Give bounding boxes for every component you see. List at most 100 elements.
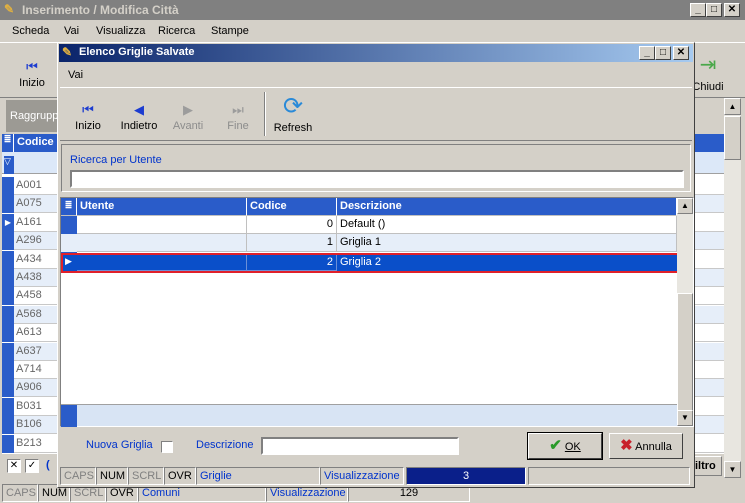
dialog-last-label: Fine bbox=[227, 120, 249, 132]
code-cell: A613 bbox=[16, 326, 42, 339]
dialog-refresh-label: Refresh bbox=[273, 122, 313, 134]
dialog-next-button[interactable]: ▶ Avanti bbox=[168, 100, 208, 132]
row-indicator bbox=[2, 269, 14, 287]
dialog-maximize-button[interactable]: □ bbox=[655, 46, 671, 60]
grid-header-icon[interactable]: ≣ bbox=[61, 198, 77, 216]
menu-stampe[interactable]: Stampe bbox=[211, 25, 249, 37]
main-grid-header-codice[interactable]: Codice bbox=[14, 134, 60, 152]
check-icon: ✔ bbox=[549, 437, 562, 454]
dialog-status-table: Griglie bbox=[196, 467, 320, 485]
group-label: Raggrupp bbox=[10, 110, 59, 122]
ok-label: OK bbox=[564, 441, 581, 453]
code-cell: A075 bbox=[16, 197, 42, 210]
row-indicator bbox=[2, 324, 14, 343]
last-icon: ⏭ bbox=[232, 102, 244, 117]
toolbar-separator bbox=[264, 92, 266, 136]
row-indicator: ▶ bbox=[2, 213, 14, 232]
search-user-input[interactable] bbox=[70, 170, 684, 188]
grids-dialog: ✎ Elenco Griglie Salvate _ □ ✕ Vai ⏮ Ini… bbox=[57, 42, 695, 488]
grid-scrollbar[interactable]: ▲ ▼ bbox=[677, 198, 693, 426]
table-row-selected[interactable]: ▶ 2 Griglia 2 bbox=[61, 253, 679, 273]
back-icon: ◀ bbox=[134, 102, 144, 117]
row-indicator bbox=[2, 287, 14, 306]
dialog-last-button[interactable]: ⏭ Fine bbox=[218, 100, 258, 132]
dialog-refresh-button[interactable]: ⟳ Refresh bbox=[270, 92, 316, 134]
dialog-status-empty bbox=[528, 467, 690, 485]
row-codice-cell: 0 bbox=[247, 216, 337, 234]
saved-grids-table: ≣ Utente Codice Descrizione 0 Default ()… bbox=[60, 197, 694, 427]
filter-icon: ▽ bbox=[4, 156, 14, 174]
dialog-status-mode: Visualizzazione bbox=[320, 467, 404, 485]
dialog-first-button[interactable]: ⏮ Inizio bbox=[70, 100, 106, 132]
row-indicator bbox=[2, 250, 14, 269]
table-row[interactable]: 1 Griglia 1 bbox=[61, 234, 677, 252]
grid-scroll-up-button[interactable]: ▲ bbox=[677, 198, 693, 214]
row-codice-cell: 2 bbox=[247, 255, 337, 271]
description-label: Descrizione bbox=[196, 439, 254, 451]
filter-button[interactable]: iltro bbox=[692, 456, 722, 476]
main-menu-bar: Scheda Vai Visualizza Ricerca Stampe bbox=[0, 24, 745, 40]
code-cell: A161 bbox=[16, 215, 42, 228]
dialog-menu-bar: Vai bbox=[68, 69, 83, 81]
code-cell: A568 bbox=[16, 307, 42, 320]
minimize-button[interactable]: _ bbox=[690, 3, 706, 17]
confirm-check-icon[interactable]: ✓ bbox=[25, 459, 39, 473]
grid-scroll-thumb[interactable] bbox=[677, 293, 693, 411]
code-cell: A438 bbox=[16, 271, 42, 283]
main-first-button[interactable]: ⏮ Inizio bbox=[14, 57, 50, 89]
row-indicator bbox=[2, 342, 14, 361]
menu-ricerca[interactable]: Ricerca bbox=[158, 25, 195, 37]
dialog-status-ovr: OVR bbox=[164, 467, 196, 485]
row-indicator bbox=[2, 379, 14, 398]
dialog-first-label: Inizio bbox=[75, 120, 101, 132]
cross-icon: ✖ bbox=[620, 437, 633, 454]
row-utente-cell bbox=[77, 255, 247, 271]
row-pointer-icon: ▶ bbox=[65, 256, 72, 266]
description-input[interactable] bbox=[261, 437, 459, 455]
main-grid-header-icon[interactable]: ≣ bbox=[2, 134, 14, 152]
dialog-menu-vai[interactable]: Vai bbox=[68, 69, 83, 81]
grid-header-utente[interactable]: Utente bbox=[77, 198, 247, 216]
close-button[interactable]: ✕ bbox=[724, 3, 740, 17]
main-close-label: Chiudi bbox=[692, 81, 724, 93]
app-icon: ✎ bbox=[4, 2, 15, 16]
row-descrizione-cell: Griglia 2 bbox=[340, 256, 381, 268]
table-row[interactable]: 0 Default () bbox=[61, 216, 677, 234]
menu-visualizza[interactable]: Visualizza bbox=[96, 25, 145, 37]
dialog-back-button[interactable]: ◀ Indietro bbox=[116, 100, 162, 132]
row-indicator bbox=[2, 195, 14, 214]
code-cell: A637 bbox=[16, 344, 42, 357]
cancel-check-icon[interactable]: ✕ bbox=[7, 459, 21, 473]
code-cell: A458 bbox=[16, 289, 42, 302]
new-grid-checkbox[interactable] bbox=[161, 441, 173, 453]
main-scrollbar[interactable]: ▲ ▼ bbox=[724, 98, 741, 478]
dialog-title-bar: ✎ Elenco Griglie Salvate _ □ ✕ bbox=[59, 44, 693, 62]
maximize-button[interactable]: □ bbox=[706, 3, 722, 17]
row-indicator bbox=[2, 305, 14, 324]
row-indicator bbox=[2, 416, 14, 435]
ok-button[interactable]: ✔ OK bbox=[527, 432, 603, 460]
menu-scheda[interactable]: Scheda bbox=[12, 25, 49, 37]
dialog-status-num: NUM bbox=[96, 467, 128, 485]
dialog-minimize-button[interactable]: _ bbox=[639, 46, 655, 60]
search-label: Ricerca per Utente bbox=[70, 154, 162, 166]
search-panel: Ricerca per Utente bbox=[61, 144, 691, 192]
row-descrizione-cell: Default () bbox=[337, 216, 677, 234]
code-cell: A001 bbox=[16, 179, 42, 191]
dialog-status-bar: CAPS NUM SCRL OVR Griglie Visualizzazion… bbox=[60, 467, 692, 486]
row-indicator bbox=[2, 397, 14, 416]
scroll-down-button[interactable]: ▼ bbox=[724, 461, 741, 478]
refresh-icon: ⟳ bbox=[282, 93, 304, 120]
dialog-close-button[interactable]: ✕ bbox=[673, 46, 689, 60]
code-cell: B106 bbox=[16, 418, 42, 431]
grid-scroll-down-button[interactable]: ▼ bbox=[677, 410, 693, 426]
grid-header-codice[interactable]: Codice bbox=[247, 198, 337, 216]
menu-vai[interactable]: Vai bbox=[64, 25, 79, 37]
scroll-thumb[interactable] bbox=[724, 116, 741, 160]
scroll-up-button[interactable]: ▲ bbox=[724, 98, 741, 115]
main-window-title: Inserimento / Modifica Città bbox=[22, 3, 179, 17]
grid-header-descrizione[interactable]: Descrizione bbox=[337, 198, 677, 216]
row-indicator bbox=[2, 434, 14, 453]
cancel-button[interactable]: ✖ Annulla bbox=[609, 433, 683, 459]
dialog-status-caps: CAPS bbox=[60, 467, 96, 485]
